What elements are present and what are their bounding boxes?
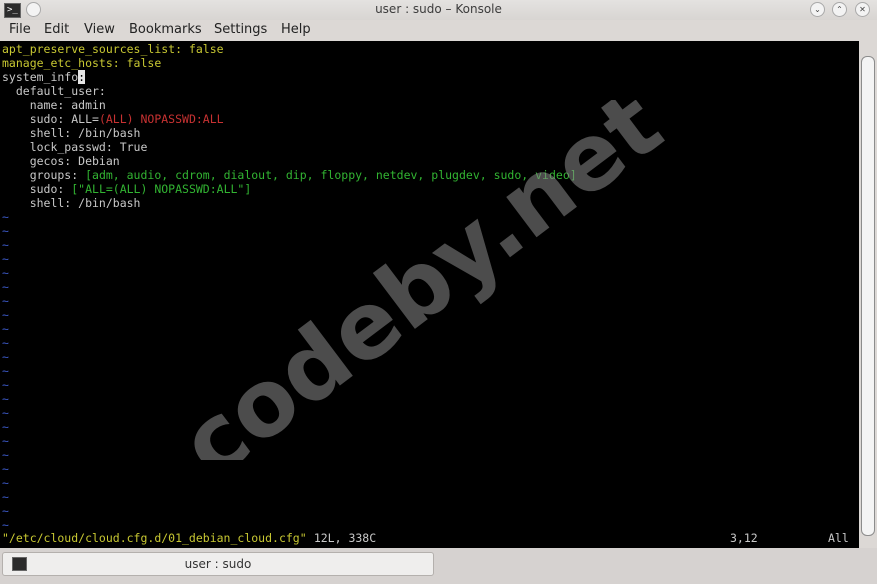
- editor-text: manage_etc_hosts: false: [2, 56, 162, 70]
- vertical-scrollbar[interactable]: [859, 41, 877, 548]
- terminal-view[interactable]: apt_preserve_sources_list: false manage_e…: [0, 41, 859, 548]
- editor-text: ["ALL=(ALL) NOPASSWD:ALL"]: [71, 182, 252, 196]
- editor-text: system_info: [2, 70, 79, 84]
- empty-line-marker: ~: [2, 392, 9, 406]
- tab-label: user : sudo: [184, 557, 252, 571]
- editor-text: groups:: [2, 168, 86, 182]
- editor-text: shell: /bin/bash: [2, 126, 141, 140]
- status-scroll-percent: All: [828, 531, 849, 545]
- close-button[interactable]: ✕: [855, 2, 870, 17]
- editor-text: sudo:: [2, 182, 72, 196]
- status-file-info: 12L, 338C: [306, 531, 377, 545]
- empty-line-marker: ~: [2, 364, 9, 378]
- empty-line-marker: ~: [2, 238, 9, 252]
- empty-line-marker: ~: [2, 294, 9, 308]
- editor-text: apt_preserve_sources_list: false: [2, 42, 224, 56]
- menu-settings[interactable]: Settings: [214, 22, 267, 37]
- editor-line: name: admin: [2, 98, 106, 112]
- empty-line-marker: ~: [2, 518, 9, 532]
- text-cursor: :: [78, 70, 86, 84]
- tab-bar: user : sudo: [0, 548, 877, 584]
- editor-text: lock_passwd: True: [2, 140, 148, 154]
- window-title: user : sudo – Konsole: [375, 2, 502, 16]
- editor-line: sudo: ["ALL=(ALL) NOPASSWD:ALL"]: [2, 182, 252, 196]
- editor-line: system_info:: [2, 70, 86, 84]
- empty-line-marker: ~: [2, 252, 9, 266]
- menu-bar: File Edit View Bookmarks Settings Help: [0, 20, 877, 41]
- status-cursor-position: 3,12: [730, 531, 758, 545]
- empty-line-marker: ~: [2, 210, 9, 224]
- empty-line-marker: ~: [2, 266, 9, 280]
- editor-line: lock_passwd: True: [2, 140, 148, 154]
- editor-line: default_user:: [2, 84, 106, 98]
- empty-line-marker: ~: [2, 406, 9, 420]
- scrollbar-thumb[interactable]: [861, 56, 875, 536]
- editor-text: gecos: Debian: [2, 154, 120, 168]
- editor-text: [adm, audio, cdrom, dialout, dip, floppy…: [85, 168, 577, 182]
- menu-help[interactable]: Help: [281, 22, 311, 37]
- title-bar: >_ user : sudo – Konsole ⌄ ⌃ ✕: [0, 0, 877, 20]
- minimize-button[interactable]: ⌄: [810, 2, 825, 17]
- menu-edit[interactable]: Edit: [44, 22, 69, 37]
- menu-bookmarks[interactable]: Bookmarks: [129, 22, 202, 37]
- tab-user-sudo[interactable]: user : sudo: [2, 552, 434, 576]
- empty-line-marker: ~: [2, 504, 9, 518]
- editor-text: shell: /bin/bash: [2, 196, 141, 210]
- empty-line-marker: ~: [2, 420, 9, 434]
- editor-line: apt_preserve_sources_list: false: [2, 42, 224, 56]
- editor-line: shell: /bin/bash: [2, 196, 141, 210]
- status-filename: "/etc/cloud/cloud.cfg.d/01_debian_cloud.…: [2, 531, 307, 545]
- empty-line-marker: ~: [2, 322, 9, 336]
- empty-line-marker: ~: [2, 350, 9, 364]
- maximize-button[interactable]: ⌃: [832, 2, 847, 17]
- editor-line: sudo: ALL=(ALL) NOPASSWD:ALL: [2, 112, 224, 126]
- empty-line-marker: ~: [2, 434, 9, 448]
- empty-line-marker: ~: [2, 308, 9, 322]
- editor-text: name: admin: [2, 98, 106, 112]
- editor-line: shell: /bin/bash: [2, 126, 141, 140]
- empty-line-marker: ~: [2, 462, 9, 476]
- empty-line-marker: ~: [2, 224, 9, 238]
- editor-line: groups: [adm, audio, cdrom, dialout, dip…: [2, 168, 577, 182]
- editor-text: sudo: ALL=: [2, 112, 99, 126]
- empty-line-marker: ~: [2, 448, 9, 462]
- empty-line-marker: ~: [2, 378, 9, 392]
- empty-line-marker: ~: [2, 490, 9, 504]
- editor-text: default_user:: [2, 84, 106, 98]
- editor-line: manage_etc_hosts: false: [2, 56, 161, 70]
- empty-line-marker: ~: [2, 280, 9, 294]
- editor-text: (ALL) NOPASSWD:ALL: [98, 112, 224, 126]
- menu-view[interactable]: View: [84, 22, 115, 37]
- empty-line-marker: ~: [2, 476, 9, 490]
- editor-line: gecos: Debian: [2, 154, 120, 168]
- menu-file[interactable]: File: [9, 22, 31, 37]
- empty-line-marker: ~: [2, 336, 9, 350]
